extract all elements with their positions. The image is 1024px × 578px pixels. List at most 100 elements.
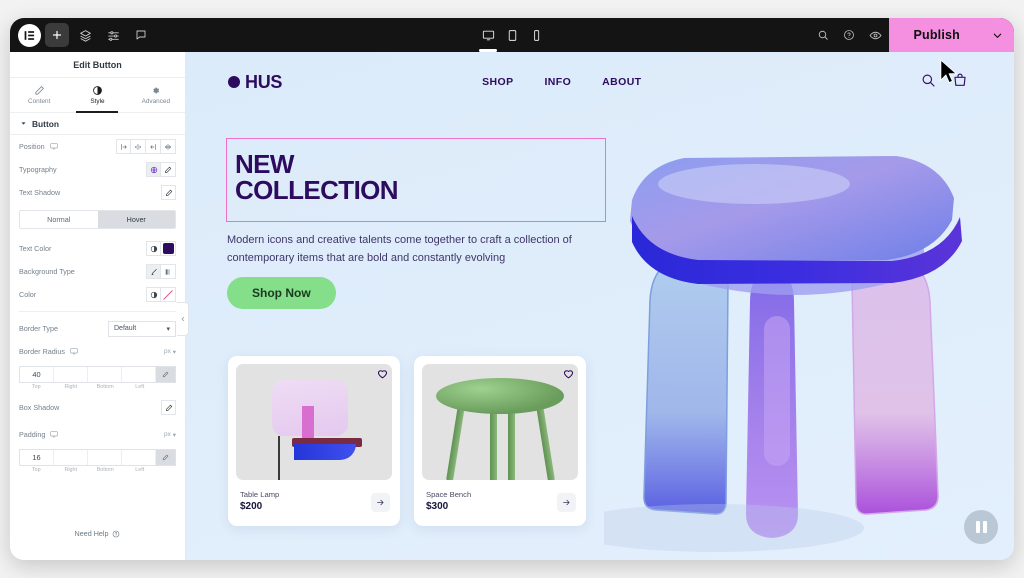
product-arrow-right-icon[interactable] [557,493,576,512]
padding-right-input[interactable] [54,450,88,465]
site-logo[interactable]: HUS [228,72,282,93]
tab-content-label: Content [27,98,51,105]
stool-leg-shape [490,404,497,480]
state-hover-tab[interactable]: Hover [97,211,175,228]
padding-top-input[interactable] [20,450,54,465]
border-type-select[interactable]: Default ▾ [108,320,176,337]
background-color-globalize-icon[interactable] [146,287,161,302]
product-arrow-right-icon[interactable] [371,493,390,512]
favorite-heart-icon[interactable] [376,367,389,385]
site-search-icon[interactable] [920,72,936,93]
nav-item-info[interactable]: INFO [544,76,571,88]
favorite-heart-icon[interactable] [562,367,575,385]
state-normal-tab[interactable]: Normal [20,211,98,228]
tab-content[interactable]: Content [10,78,68,112]
dim-label-left: Left [135,467,145,473]
border-radius-responsive-icon[interactable] [70,347,78,357]
hero-heading-selection-outline[interactable]: NEW COLLECTION [226,138,606,222]
pause-button[interactable] [964,510,998,544]
tab-style[interactable]: Style [68,78,126,112]
border-radius-link-values-icon[interactable] [156,367,175,382]
box-shadow-edit-pencil-icon[interactable] [161,400,176,415]
product-name: Table Lamp [240,490,280,499]
device-tablet-button[interactable] [501,22,523,48]
elementor-logo-icon[interactable] [18,23,41,47]
dim-label-right: Right [64,467,78,473]
border-radius-top-input[interactable] [20,367,54,382]
device-desktop-button[interactable] [477,22,499,48]
typography-globalize-icon[interactable] [146,162,161,177]
site-header: HUS SHOP INFO ABOUT [186,52,1014,112]
hero-heading-line1: NEW [235,149,294,179]
hero-heading: NEW COLLECTION [235,149,399,203]
border-radius-label: Border Radius [19,347,65,356]
product-image [236,364,392,480]
text-shadow-edit-pencil-icon[interactable] [161,185,176,200]
nav-item-shop[interactable]: SHOP [482,76,513,88]
need-help-link[interactable]: Need Help [10,529,185,538]
border-radius-bottom-input[interactable] [88,367,122,382]
tab-advanced[interactable]: Advanced [127,78,185,112]
position-alignment-group [116,139,176,154]
editor-window: Publish Edit Button Content Style Advanc… [10,18,1014,560]
section-button-header[interactable]: Button [10,113,185,135]
text-color-globalize-icon[interactable] [146,241,161,256]
control-border-type: Border Type Default ▾ [10,317,185,340]
preview-eye-icon[interactable] [863,23,887,47]
padding-dim-labels: Top Right Bottom Left [19,467,176,473]
typography-edit-pencil-icon[interactable] [161,162,176,177]
product-card[interactable]: Table Lamp $200 [228,356,400,526]
background-gradient-icon[interactable] [161,264,176,279]
align-start-button[interactable] [116,139,131,154]
border-radius-unit-selector[interactable]: px ▾ [164,348,176,356]
dim-label-top: Top [31,384,41,390]
tab-advanced-label: Advanced [141,98,171,105]
device-mobile-button[interactable] [525,22,547,48]
control-box-shadow: Box Shadow [10,396,185,419]
structure-button[interactable] [73,23,97,47]
chevron-left-icon [181,316,184,322]
position-responsive-icon[interactable] [49,142,58,152]
padding-left-input[interactable] [122,450,156,465]
panel-title: Edit Button [10,52,185,78]
site-settings-button[interactable] [101,23,125,47]
finder-search-icon[interactable] [811,23,835,47]
control-position: Position [10,135,185,158]
text-color-label: Text Color [19,244,52,253]
section-button-label: Button [32,118,59,129]
panel-divider [19,311,176,312]
dim-label-right: Right [64,384,78,390]
stool-leg-shape [535,403,556,480]
border-type-label: Border Type [19,324,59,333]
background-classic-brush-icon[interactable] [146,264,161,279]
border-radius-left-input[interactable] [122,367,156,382]
align-end-button[interactable] [146,139,161,154]
padding-link-values-icon[interactable] [156,450,175,465]
lamp-blue-shape [294,444,356,460]
lamp-cord-shape [278,436,280,480]
border-type-value: Default [114,325,137,332]
padding-unit-selector[interactable]: px ▾ [164,431,176,439]
control-background-type: Background Type [10,260,185,283]
padding-bottom-input[interactable] [88,450,122,465]
shop-now-label: Shop Now [252,286,311,300]
help-question-icon[interactable] [837,23,861,47]
site-shopping-bag-icon[interactable] [952,72,968,93]
align-stretch-button[interactable] [161,139,176,154]
panel-collapse-button[interactable] [177,302,189,336]
site-nav: SHOP INFO ABOUT [482,76,641,88]
publish-options-chevron-down-icon[interactable] [980,18,1014,52]
align-center-button[interactable] [131,139,146,154]
shop-now-button[interactable]: Shop Now [227,277,336,309]
comments-button[interactable] [129,23,153,47]
add-element-button[interactable] [45,23,69,47]
border-radius-right-input[interactable] [54,367,88,382]
publish-button[interactable]: Publish [889,18,980,52]
nav-item-about[interactable]: ABOUT [602,76,641,88]
text-color-swatch[interactable] [161,241,176,256]
control-typography: Typography [10,158,185,181]
product-card[interactable]: Space Bench $300 [414,356,586,526]
background-color-swatch-empty[interactable] [161,287,176,302]
stool-seat-shape [436,378,564,414]
padding-responsive-icon[interactable] [50,430,59,440]
